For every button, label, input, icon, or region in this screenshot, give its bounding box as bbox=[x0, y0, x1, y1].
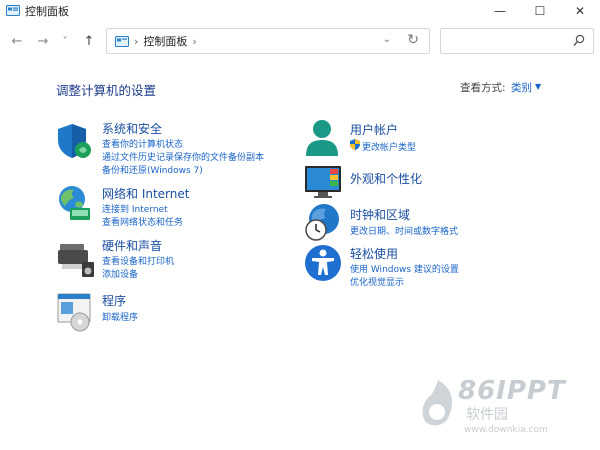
category-ease-of-access: 轻松使用 使用 Windows 建议的设置 优化视觉显示 bbox=[304, 244, 564, 292]
category-title-hardware-sound[interactable]: 硬件和声音 bbox=[102, 237, 162, 254]
uac-shield-icon bbox=[350, 139, 360, 150]
hardware-sound-icon bbox=[58, 244, 94, 277]
link-optimize-visual-display[interactable]: 优化视觉显示 bbox=[350, 275, 404, 288]
window-controls: — ☐ ✕ bbox=[480, 0, 600, 22]
link-backup-restore[interactable]: 备份和还原(Windows 7) bbox=[102, 163, 203, 176]
forward-button[interactable]: → bbox=[32, 26, 54, 56]
link-view-computer-status[interactable]: 查看你的计算机状态 bbox=[102, 137, 183, 150]
search-input[interactable] bbox=[440, 28, 594, 54]
category-user-accounts: 用户帐户 更改帐户类型 bbox=[304, 118, 564, 164]
watermark-logo-icon bbox=[422, 380, 453, 426]
category-programs: 程序 卸载程序 bbox=[56, 290, 296, 332]
category-title-clock-region[interactable]: 时钟和区域 bbox=[350, 206, 410, 223]
address-dropdown-icon[interactable]: ⌄ bbox=[383, 34, 391, 45]
minimize-button[interactable]: — bbox=[480, 0, 520, 22]
refresh-icon[interactable]: ↻ bbox=[407, 32, 419, 48]
appearance-icon bbox=[305, 166, 341, 198]
address-bar[interactable]: › 控制面板 › ⌄ ↻ bbox=[106, 28, 430, 54]
up-button[interactable]: ↑ bbox=[78, 26, 100, 56]
navigation-bar: ← → ˅ ↑ › 控制面板 › ⌄ ↻ bbox=[0, 26, 600, 56]
link-recommended-settings[interactable]: 使用 Windows 建议的设置 bbox=[350, 262, 459, 275]
link-change-account-type[interactable]: 更改帐户类型 bbox=[362, 140, 416, 153]
window-title: 控制面板 bbox=[25, 5, 69, 18]
category-system-security: 系统和安全 查看你的计算机状态 通过文件历史记录保存你的文件备份副本 备份和还原… bbox=[56, 118, 296, 180]
search-icon[interactable] bbox=[573, 34, 585, 48]
breadcrumb-separator: › bbox=[134, 34, 139, 48]
user-accounts-icon bbox=[306, 120, 338, 156]
link-network-status[interactable]: 查看网络状态和任务 bbox=[102, 215, 183, 228]
link-devices-printers[interactable]: 查看设备和打印机 bbox=[102, 254, 174, 267]
recent-locations-button[interactable]: ˅ bbox=[54, 26, 76, 56]
watermark: 86IPPT 软件园 www.downkia.com bbox=[418, 372, 598, 442]
system-security-icon bbox=[58, 124, 91, 158]
category-title-appearance[interactable]: 外观和个性化 bbox=[350, 170, 422, 187]
category-title-network-internet[interactable]: 网络和 Internet bbox=[102, 185, 189, 202]
watermark-cn: 软件园 bbox=[466, 407, 508, 423]
link-file-history-backup[interactable]: 通过文件历史记录保存你的文件备份副本 bbox=[102, 150, 264, 163]
back-button[interactable]: ← bbox=[6, 26, 28, 56]
network-icon bbox=[59, 186, 90, 220]
category-network-internet: 网络和 Internet 连接到 Internet 查看网络状态和任务 bbox=[56, 184, 296, 230]
programs-icon bbox=[57, 293, 91, 332]
watermark-brand: 86IPPT bbox=[458, 376, 566, 406]
link-uninstall-program[interactable]: 卸载程序 bbox=[102, 310, 138, 323]
category-title-system-security[interactable]: 系统和安全 bbox=[102, 120, 162, 137]
category-title-user-accounts[interactable]: 用户帐户 bbox=[350, 121, 398, 138]
link-change-date-time-format[interactable]: 更改日期、时间或数字格式 bbox=[350, 224, 458, 237]
control-panel-icon bbox=[6, 5, 20, 16]
view-by-label: 查看方式: bbox=[460, 82, 506, 94]
clock-region-icon bbox=[305, 204, 339, 241]
breadcrumb-control-panel[interactable]: 控制面板 bbox=[143, 33, 187, 49]
control-panel-icon bbox=[115, 35, 129, 47]
view-by-dropdown[interactable]: 类别 bbox=[511, 80, 532, 95]
maximize-button[interactable]: ☐ bbox=[520, 0, 560, 22]
link-connect-internet[interactable]: 连接到 Internet bbox=[102, 202, 168, 215]
category-title-programs[interactable]: 程序 bbox=[102, 292, 126, 309]
link-add-device[interactable]: 添加设备 bbox=[102, 267, 138, 280]
page-title: 调整计算机的设置 bbox=[56, 83, 157, 98]
ease-of-access-icon bbox=[305, 245, 341, 281]
category-appearance: 外观和个性化 bbox=[304, 164, 564, 200]
category-clock-region: 时钟和区域 更改日期、时间或数字格式 bbox=[304, 202, 564, 248]
watermark-url: www.downkia.com bbox=[464, 425, 548, 435]
category-title-ease-of-access[interactable]: 轻松使用 bbox=[350, 245, 398, 262]
view-by-arrow-icon[interactable]: ▼ bbox=[535, 82, 541, 91]
close-button[interactable]: ✕ bbox=[560, 0, 600, 22]
category-hardware-sound: 硬件和声音 查看设备和打印机 添加设备 bbox=[56, 236, 296, 282]
breadcrumb-separator[interactable]: › bbox=[192, 35, 196, 48]
